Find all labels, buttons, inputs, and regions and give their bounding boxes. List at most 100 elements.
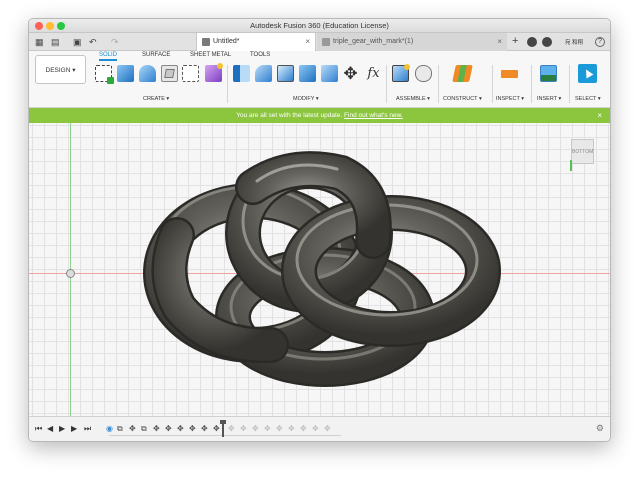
timeline-track xyxy=(109,435,341,436)
y-axis-line xyxy=(70,123,71,435)
timeline-rolled-back-icon[interactable]: ✥ xyxy=(228,424,235,433)
create-form-icon[interactable] xyxy=(205,63,223,82)
timeline-rolled-back-icon[interactable]: ✥ xyxy=(300,424,307,433)
timeline-feature-icon[interactable]: ✥ xyxy=(201,424,208,433)
job-status-icon[interactable] xyxy=(542,37,552,47)
timeline-last-button[interactable]: ⏭ xyxy=(84,424,91,433)
timeline-sketch-icon[interactable]: ◉ xyxy=(106,424,113,433)
window-title: Autodesk Fusion 360 (Education License) xyxy=(250,21,389,30)
timeline-bar: ⏮ ◀ ▶ ▶ ⏭ ◉ ⧉ ✥ ⧉ ✥ ✥ ✥ ✥ ✥ ✥ ✥ ✥ ✥ ✥ ✥ … xyxy=(29,416,610,441)
tab-solid[interactable]: SOLID xyxy=(99,52,118,61)
help-icon[interactable]: ? xyxy=(595,37,605,47)
timeline-feature-icon[interactable]: ⧉ xyxy=(141,424,147,433)
timeline-rolled-back-icon[interactable]: ✥ xyxy=(288,424,295,433)
timeline-first-button[interactable]: ⏮ xyxy=(35,424,42,433)
insert-image-icon[interactable] xyxy=(540,65,557,82)
ribbon-divider xyxy=(492,65,493,103)
insert-group-label[interactable]: INSERT ▾ xyxy=(537,96,561,102)
redo-icon[interactable]: ↷ xyxy=(111,37,119,47)
revolve-icon[interactable] xyxy=(139,65,156,82)
offset-plane-icon[interactable] xyxy=(452,65,473,82)
ribbon-divider xyxy=(531,65,532,103)
assemble-group-label[interactable]: ASSEMBLE ▾ xyxy=(396,96,430,102)
viewcube-axis-icon xyxy=(570,160,572,171)
measure-icon[interactable] xyxy=(501,70,518,78)
shell-icon[interactable] xyxy=(161,65,178,82)
zoom-window-button[interactable] xyxy=(57,22,65,30)
timeline-feature-icon[interactable]: ✥ xyxy=(165,424,172,433)
tab-sheet-metal[interactable]: SHEET METAL xyxy=(190,52,231,58)
app-window: Autodesk Fusion 360 (Education License) … xyxy=(28,18,611,442)
new-tab-icon[interactable]: + xyxy=(512,36,518,47)
timeline-rolled-back-icon[interactable]: ✥ xyxy=(240,424,247,433)
extensions-icon[interactable] xyxy=(527,37,537,47)
tab-label: Untitled* xyxy=(213,38,240,45)
tab-untitled[interactable]: Untitled* × xyxy=(196,33,316,51)
timeline-rolled-back-icon[interactable]: ✥ xyxy=(324,424,331,433)
timeline-feature-icon[interactable]: ✥ xyxy=(153,424,160,433)
timeline-feature-icon[interactable]: ✥ xyxy=(129,424,136,433)
timeline-feature-icon[interactable]: ✥ xyxy=(177,424,184,433)
undo-icon[interactable]: ↶ xyxy=(89,37,97,47)
timeline-rolled-back-icon[interactable]: ✥ xyxy=(252,424,259,433)
scale-icon[interactable] xyxy=(321,65,338,82)
tab-label: triple_gear_with_mark*(1) xyxy=(333,38,414,45)
timeline-feature-icon[interactable]: ⧉ xyxy=(117,424,123,433)
knot-model[interactable] xyxy=(141,147,501,387)
chamfer-icon[interactable] xyxy=(277,65,294,82)
timeline-rolled-back-icon[interactable]: ✥ xyxy=(264,424,271,433)
modify-group-label[interactable]: MODIFY ▾ xyxy=(293,96,319,102)
timeline-rolled-back-icon[interactable]: ✥ xyxy=(312,424,319,433)
rectangular-pattern-icon[interactable] xyxy=(182,65,199,82)
move-copy-icon[interactable]: ✥ xyxy=(342,65,359,82)
document-tab-bar: ▦ ▤ ▣ ↶ ↷ Untitled* × triple_gear_with_m… xyxy=(29,33,610,51)
banner-text: You are all set with the latest update. xyxy=(236,112,343,119)
data-panel-icon[interactable]: ▦ xyxy=(35,37,44,47)
press-pull-icon[interactable] xyxy=(233,65,250,82)
toolbar-ribbon: DESIGN ▾ SOLID SURFACE SHEET METAL TOOLS… xyxy=(29,51,610,108)
workspace-switcher-button[interactable]: DESIGN ▾ xyxy=(35,55,86,84)
combine-icon[interactable] xyxy=(299,65,316,82)
close-icon[interactable]: × xyxy=(597,108,602,123)
close-tab-icon[interactable]: × xyxy=(497,33,502,51)
timeline-marker[interactable] xyxy=(220,420,226,437)
timeline-feature-icon[interactable]: ✥ xyxy=(189,424,196,433)
design-cube-icon xyxy=(202,38,210,46)
viewcube[interactable]: BOTTOM xyxy=(570,139,594,171)
file-menu-icon[interactable]: ▤ xyxy=(51,37,60,47)
3d-viewport[interactable]: BOTTOM xyxy=(29,123,610,435)
close-window-button[interactable] xyxy=(35,22,43,30)
inspect-group-label[interactable]: INSPECT ▾ xyxy=(496,96,524,102)
timeline-rolled-back-icon[interactable]: ✥ xyxy=(276,424,283,433)
ribbon-divider xyxy=(386,65,387,103)
timeline-play-button[interactable]: ▶ xyxy=(59,424,65,433)
select-cursor-icon[interactable] xyxy=(578,64,597,83)
construct-group-label[interactable]: CONSTRUCT ▾ xyxy=(443,96,482,102)
whats-new-link[interactable]: Find out what's new. xyxy=(344,112,403,119)
ribbon-divider xyxy=(227,65,228,103)
create-group-label[interactable]: CREATE ▾ xyxy=(143,96,169,102)
origin-icon[interactable] xyxy=(66,269,75,278)
viewcube-face-label: BOTTOM xyxy=(572,149,594,155)
tab-triple-gear[interactable]: triple_gear_with_mark*(1) × xyxy=(317,33,507,51)
title-bar: Autodesk Fusion 360 (Education License) xyxy=(29,19,610,33)
fillet-icon[interactable] xyxy=(255,65,272,82)
new-component-icon[interactable] xyxy=(392,64,410,82)
minimize-window-button[interactable] xyxy=(46,22,54,30)
close-tab-icon[interactable]: × xyxy=(305,33,310,51)
create-sketch-icon[interactable] xyxy=(95,65,114,84)
joint-icon[interactable] xyxy=(415,65,432,82)
timeline-settings-icon[interactable]: ⚙ xyxy=(596,423,604,434)
ribbon-divider xyxy=(569,65,570,103)
timeline-next-button[interactable]: ▶ xyxy=(71,424,77,433)
parameters-fx-icon[interactable]: fx xyxy=(365,65,382,82)
timeline-previous-button[interactable]: ◀ xyxy=(47,424,53,433)
tab-surface[interactable]: SURFACE xyxy=(142,52,170,58)
user-account-label[interactable]: 宛 和翔 xyxy=(565,38,583,46)
select-group-label[interactable]: SELECT ▾ xyxy=(575,96,601,102)
update-banner: You are all set with the latest update. … xyxy=(29,108,610,123)
tab-tools[interactable]: TOOLS xyxy=(250,52,270,58)
timeline-feature-icon[interactable]: ✥ xyxy=(213,424,220,433)
extrude-icon[interactable] xyxy=(117,65,134,82)
save-icon[interactable]: ▣ xyxy=(73,37,82,47)
